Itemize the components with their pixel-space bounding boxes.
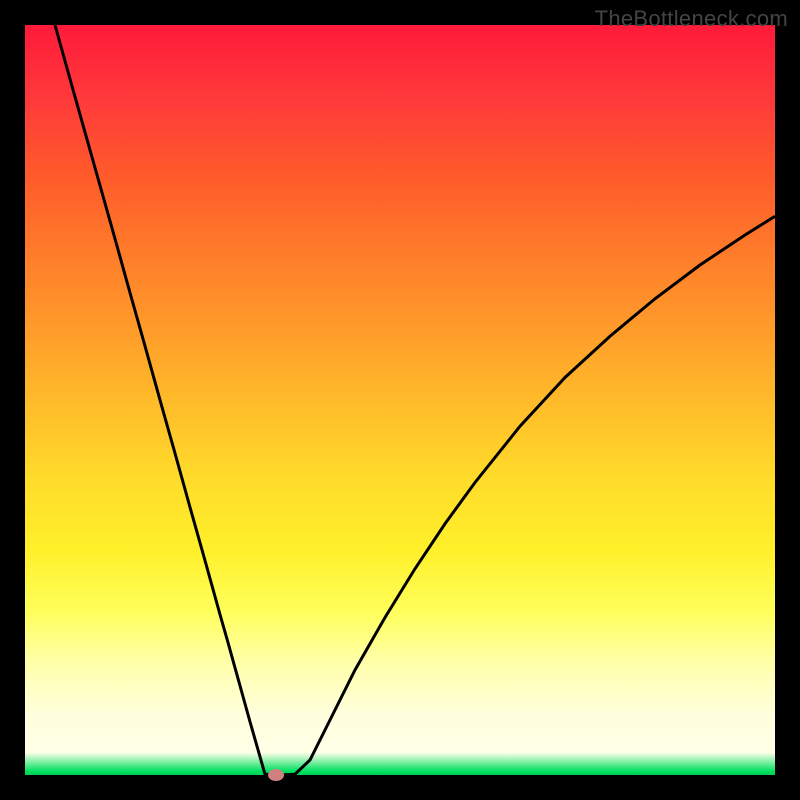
chart-svg [25,25,775,775]
min-point-marker [268,769,284,781]
bottleneck-curve [55,25,775,775]
watermark-text: TheBottleneck.com [595,6,788,32]
chart-container: TheBottleneck.com [0,0,800,800]
